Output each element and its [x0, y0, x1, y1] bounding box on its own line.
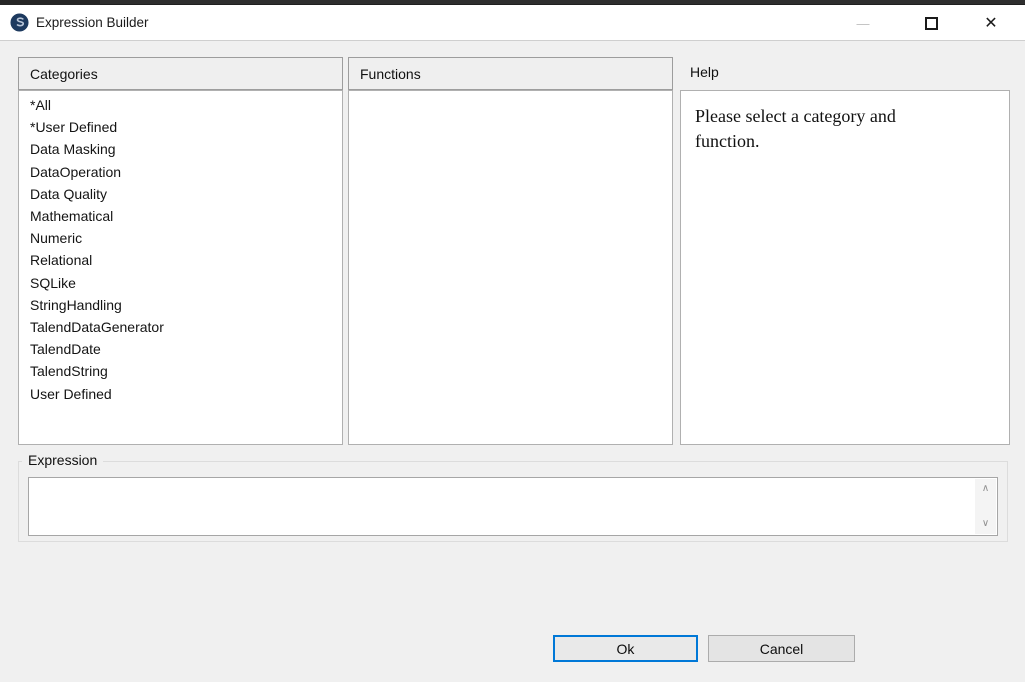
expression-scrollbar[interactable]: ∧ ∨: [975, 479, 996, 534]
categories-header: Categories: [18, 57, 343, 90]
help-message: Please select a category and function.: [681, 91, 971, 167]
categories-list[interactable]: *All*User DefinedData MaskingDataOperati…: [18, 90, 343, 445]
category-list-item[interactable]: TalendString: [19, 360, 342, 382]
functions-list[interactable]: [348, 90, 673, 445]
minimize-icon: —: [857, 16, 870, 31]
category-list-item[interactable]: User Defined: [19, 383, 342, 405]
titlebar: Expression Builder — ✕: [0, 5, 1025, 41]
minimize-button[interactable]: —: [843, 5, 883, 41]
category-list-item[interactable]: Relational: [19, 249, 342, 271]
close-button[interactable]: ✕: [971, 5, 1011, 41]
category-list-item[interactable]: Mathematical: [19, 205, 342, 227]
help-header: Help: [690, 64, 719, 80]
category-list-item[interactable]: Data Masking: [19, 138, 342, 160]
category-list-item[interactable]: StringHandling: [19, 294, 342, 316]
help-panel: Please select a category and function.: [680, 90, 1010, 445]
maximize-button[interactable]: [911, 5, 951, 41]
category-list-item[interactable]: Numeric: [19, 227, 342, 249]
talend-logo-icon: [10, 13, 29, 32]
category-list-item[interactable]: DataOperation: [19, 161, 342, 183]
window-title: Expression Builder: [36, 15, 149, 30]
ok-button[interactable]: Ok: [553, 635, 698, 662]
maximize-icon: [925, 17, 938, 30]
category-list-item[interactable]: Data Quality: [19, 183, 342, 205]
scroll-down-icon[interactable]: ∨: [982, 519, 989, 529]
category-list-item[interactable]: *User Defined: [19, 116, 342, 138]
category-list-item[interactable]: *All: [19, 94, 342, 116]
functions-header: Functions: [348, 57, 673, 90]
close-icon: ✕: [984, 13, 997, 33]
category-list-item[interactable]: TalendDate: [19, 338, 342, 360]
scroll-up-icon[interactable]: ∧: [982, 484, 989, 494]
expression-input[interactable]: ∧ ∨: [28, 477, 998, 536]
cancel-button[interactable]: Cancel: [708, 635, 855, 662]
category-list-item[interactable]: SQLike: [19, 272, 342, 294]
category-list-item[interactable]: TalendDataGenerator: [19, 316, 342, 338]
expression-label: Expression: [22, 452, 103, 468]
